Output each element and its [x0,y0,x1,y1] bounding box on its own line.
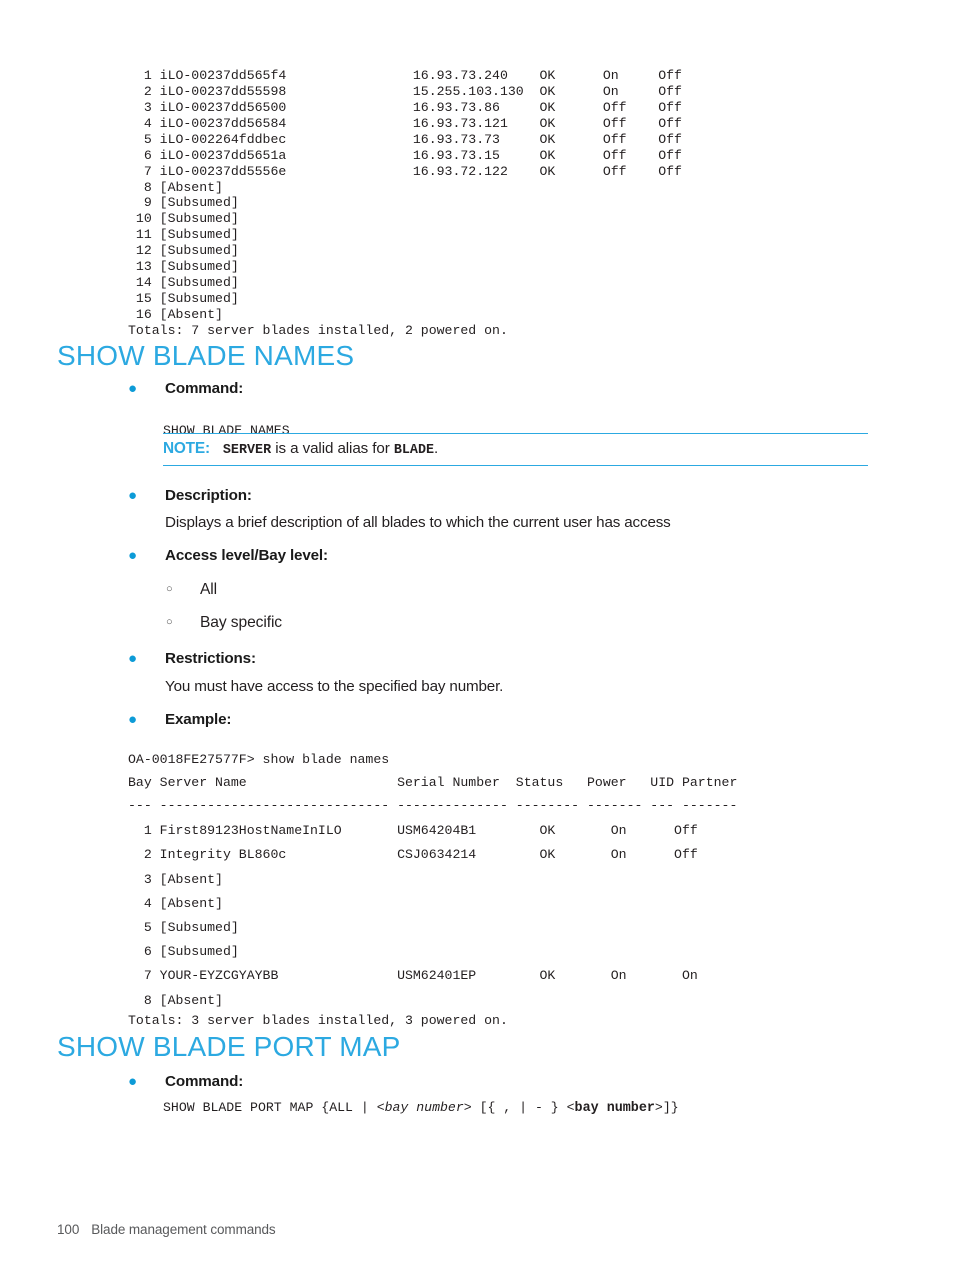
sub-item-bay-specific: ○ Bay specific [158,613,800,633]
bullet-command-names: ● Command: [128,379,885,399]
sub-item-label: Bay specific [200,614,282,631]
label-example: Example: [165,711,232,728]
note-mono-server: SERVER [222,443,272,458]
heading-show-blade-names: SHOW BLADE NAMES [57,340,355,371]
sub-item-all: ○ All [158,580,800,600]
syntax-part1: SHOW BLADE PORT MAP {ALL | [163,1100,377,1115]
note-box-server-alias: NOTE: SERVER is a valid alias for BLADE. [163,433,868,466]
code-example-table-separator: --- ----------------------------- ------… [128,798,738,814]
label-description: Description: [165,487,252,504]
label-command: Command: [165,1073,244,1090]
bullet-command-portmap: ● Command: [128,1072,905,1092]
note-mono-blade: BLADE [393,443,435,458]
note-text-end: . [434,440,439,457]
sub-item-label: All [200,581,218,598]
note-body: SERVER is a valid alias for BLADE. [223,440,438,458]
document-page: 1 iLO-00237dd565f4 16.93.73.240 OK On Of… [0,0,954,1271]
text-restrictions: You must have access to the specified ba… [165,678,504,695]
bullet-example: ● Example: [128,710,905,730]
bullet-marker-icon: ● [128,650,138,667]
sub-bullet-marker-icon: ○ [166,616,173,628]
bullet-marker-icon: ● [128,547,138,564]
bullet-marker-icon: ● [128,1073,138,1090]
code-example-prompt: OA-0018FE27577F> show blade names [128,752,390,768]
bullet-marker-icon: ● [128,487,138,504]
text-description: Displays a brief description of all blad… [165,514,671,531]
syntax-bold-bay-number: bay number [574,1101,655,1116]
bullet-access-level: ● Access level/Bay level: [128,546,905,566]
syntax-italic-bay-number: <bay number> [376,1100,472,1115]
code-example-table-header: Bay Server Name Serial Number Status Pow… [128,775,738,791]
bullet-description: ● Description: [128,486,905,506]
bullet-marker-icon: ● [128,380,138,397]
note-title: NOTE: [163,440,210,457]
footer-page-number: 100 [57,1222,80,1237]
syntax-part2: [{ , | - } < [471,1100,575,1115]
bullet-marker-icon: ● [128,711,138,728]
heading-show-blade-port-map: SHOW BLADE PORT MAP [57,1031,401,1062]
note-text-middle: is a valid alias for [271,440,394,457]
code-example-totals: Totals: 3 server blades installed, 3 pow… [128,1013,508,1029]
label-access-level: Access level/Bay level: [165,547,328,564]
footer-chapter-title: Blade management commands [91,1222,276,1237]
code-example-table-rows: 1 First89123HostNameInILO USM64204B1 OK … [143,823,698,1008]
label-restrictions: Restrictions: [165,650,256,667]
code-show-blade-port-map-syntax: SHOW BLADE PORT MAP {ALL | <bay number> … [163,1100,679,1117]
sub-bullet-marker-icon: ○ [166,583,173,595]
bullet-restrictions: ● Restrictions: [128,649,905,669]
syntax-part3: >]} [654,1100,679,1115]
blade-status-output-top: 1 iLO-00237dd565f4 16.93.73.240 OK On Of… [128,68,682,338]
page-footer: 100 Blade management commands [57,1222,276,1237]
label-command: Command: [165,380,244,397]
